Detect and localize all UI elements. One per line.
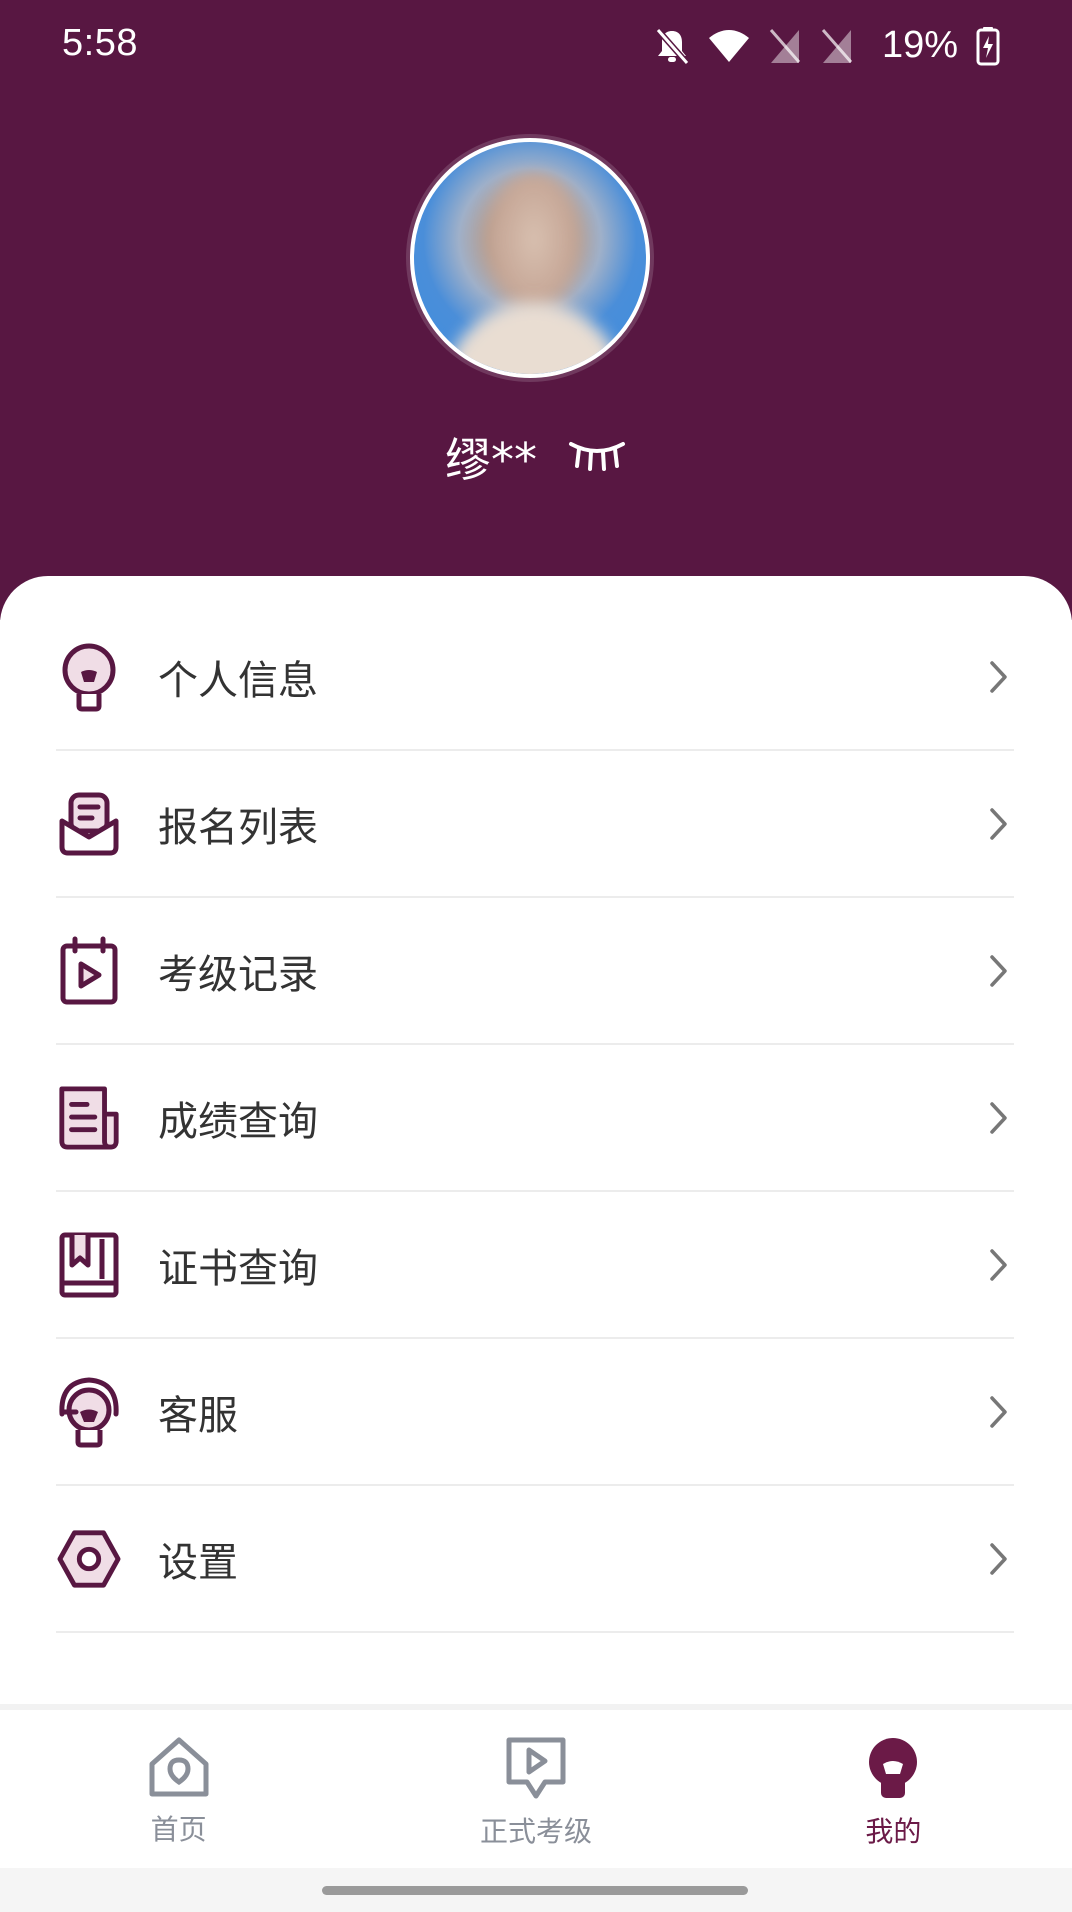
person-info-icon	[56, 641, 122, 713]
chevron-right-icon	[984, 1539, 1014, 1579]
user-row: 缪**	[0, 424, 1072, 490]
exam-play-icon	[505, 1736, 567, 1804]
menu-item-score-query[interactable]: 成绩查询	[56, 1045, 1014, 1192]
menu-item-exam-records[interactable]: 考级记录	[56, 898, 1014, 1045]
avatar-face	[484, 172, 584, 322]
menu-label: 证书查询	[158, 1245, 318, 1292]
avatar-shoulders	[444, 302, 624, 374]
menu-label: 客服	[158, 1392, 238, 1439]
profile-page: 5:58 19% 缪** 个人信息 报名列表 考级记录 成绩查询 证书查询 客服…	[0, 0, 1072, 1912]
battery-charging-icon	[976, 26, 1000, 66]
menu-card: 个人信息 报名列表 考级记录 成绩查询 证书查询 客服 设置	[0, 576, 1072, 1712]
menu-label: 考级记录	[158, 951, 318, 998]
menu-item-personal-info[interactable]: 个人信息	[56, 604, 1014, 751]
menu-item-customer-service[interactable]: 客服	[56, 1339, 1014, 1486]
settings-icon	[56, 1523, 122, 1595]
chevron-right-icon	[984, 657, 1014, 697]
certificate-query-icon	[56, 1229, 122, 1301]
chevron-right-icon	[984, 1245, 1014, 1285]
customer-service-icon	[56, 1376, 122, 1448]
gesture-handle[interactable]	[322, 1886, 748, 1895]
registration-list-icon	[56, 788, 122, 860]
chevron-right-icon	[984, 1392, 1014, 1432]
home-icon	[146, 1736, 212, 1802]
menu-list: 个人信息 报名列表 考级记录 成绩查询 证书查询 客服 设置	[56, 576, 1014, 1633]
nav-label: 首页	[150, 1813, 207, 1846]
profile-icon	[865, 1736, 921, 1804]
eye-closed-icon[interactable]	[567, 438, 627, 476]
user-name: 缪**	[445, 433, 537, 487]
battery-percent: 19%	[881, 24, 958, 66]
chevron-right-icon	[984, 804, 1014, 844]
menu-label: 设置	[158, 1539, 238, 1586]
exam-record-icon	[56, 935, 122, 1007]
bell-off-icon	[654, 27, 690, 65]
no-sim-icon	[820, 28, 854, 64]
menu-item-certificate-query[interactable]: 证书查询	[56, 1192, 1014, 1339]
nav-item-exam[interactable]: 正式考级	[357, 1710, 714, 1868]
no-sim-icon	[768, 28, 802, 64]
wifi-icon	[708, 29, 750, 63]
gesture-area	[0, 1868, 1072, 1912]
status-time: 5:58	[62, 22, 138, 64]
menu-label: 成绩查询	[158, 1098, 318, 1145]
menu-label: 个人信息	[158, 657, 318, 704]
status-icons: 19%	[654, 24, 1000, 67]
avatar[interactable]	[410, 138, 650, 378]
nav-label: 我的	[865, 1815, 922, 1848]
score-query-icon	[56, 1082, 122, 1154]
chevron-right-icon	[984, 951, 1014, 991]
menu-item-registration-list[interactable]: 报名列表	[56, 751, 1014, 898]
menu-label: 报名列表	[158, 804, 318, 851]
status-bar: 5:58 19%	[0, 0, 1072, 92]
nav-label: 正式考级	[479, 1815, 592, 1848]
menu-item-settings[interactable]: 设置	[56, 1486, 1014, 1633]
bottom-nav: 首页 正式考级 我的	[0, 1704, 1072, 1868]
nav-item-mine[interactable]: 我的	[715, 1710, 1072, 1868]
nav-item-home[interactable]: 首页	[0, 1710, 357, 1868]
chevron-right-icon	[984, 1098, 1014, 1138]
profile-header: 5:58 19% 缪**	[0, 0, 1072, 620]
